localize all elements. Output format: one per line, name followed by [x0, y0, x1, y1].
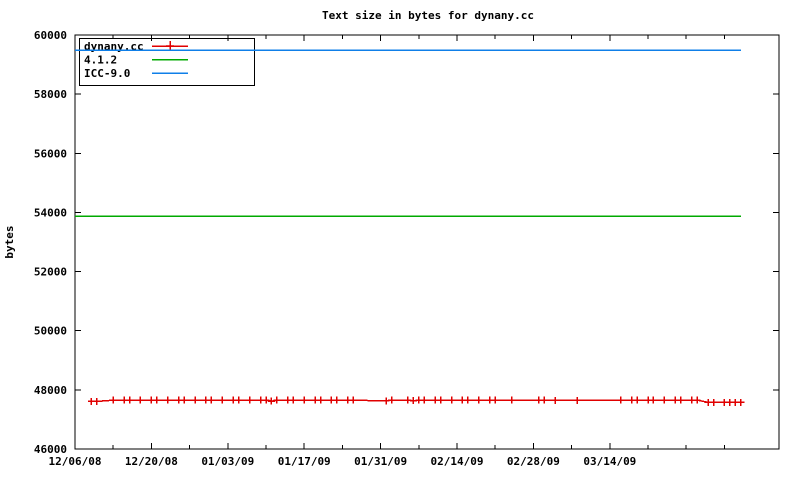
x-tick-label: 12/20/08: [125, 455, 178, 468]
y-tick-label: 56000: [34, 147, 67, 160]
x-tick-label: 01/03/09: [201, 455, 254, 468]
y-axis-ticks: 46000 48000 50000 52000 54000 56000 58000 60000: [34, 29, 779, 456]
x-tick-label: 02/14/09: [431, 455, 484, 468]
x-tick-label: 02/28/09: [507, 455, 560, 468]
legend-label: 4.1.2: [84, 54, 117, 67]
x-tick-label: 01/17/09: [278, 455, 331, 468]
series-dynany.cc: [88, 397, 744, 406]
chart-title: Text size in bytes for dynany.cc: [322, 9, 534, 22]
y-tick-label: 54000: [34, 206, 67, 219]
y-tick-label: 46000: [34, 443, 67, 456]
x-tick-label: 01/31/09: [354, 455, 407, 468]
chart-window: Text size in bytes for dynany.cc bytes 1…: [0, 0, 800, 480]
y-tick-label: 52000: [34, 266, 67, 279]
y-tick-label: 60000: [34, 29, 67, 42]
y-tick-label: 50000: [34, 325, 67, 338]
y-tick-label: 48000: [34, 384, 67, 397]
legend-entry-4.1.2: 4.1.2: [84, 54, 188, 67]
x-tick-label: 12/06/08: [49, 455, 102, 468]
y-tick-label: 58000: [34, 88, 67, 101]
chart: Text size in bytes for dynany.cc bytes 1…: [0, 0, 800, 480]
x-tick-label: 03/14/09: [583, 455, 636, 468]
plot-area: 12/06/08 12/20/08 01/03/09 01/17/09 01/31/09…: [34, 29, 779, 468]
legend-entry-dynany.cc: dynany.cc: [84, 40, 188, 53]
legend-label: dynany.cc: [84, 40, 144, 53]
legend-entry-ICC-9.0: ICC-9.0: [84, 67, 188, 80]
plot-border: [75, 35, 779, 449]
y-axis-label: bytes: [3, 225, 16, 258]
legend: dynany.cc4.1.2ICC-9.0: [80, 39, 255, 86]
legend-label: ICC-9.0: [84, 67, 130, 80]
